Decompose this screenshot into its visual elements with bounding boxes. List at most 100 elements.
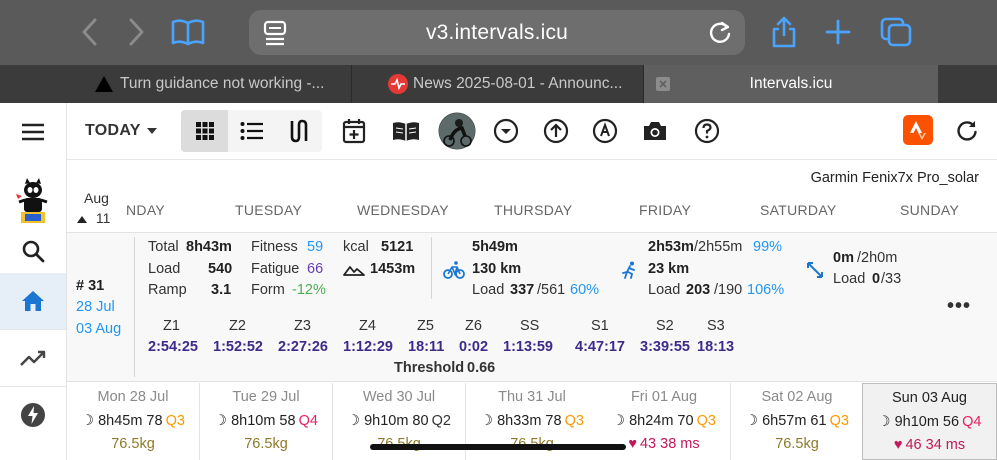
threshold-label: Threshold [394, 360, 465, 376]
fatigue-value: 66 [307, 261, 324, 277]
sleep-quality: Q4 [298, 413, 318, 429]
ride-load-pct: 60% [570, 282, 600, 298]
week-month: Aug [84, 190, 109, 206]
zone-value: 1:52:52 [213, 339, 263, 355]
search-icon[interactable] [0, 228, 66, 273]
day-card[interactable]: Tue 29 Jul ☽ 8h10m 58 Q4 76.5kg [200, 383, 333, 460]
weight-value: 76.5kg [775, 436, 819, 452]
day-date: Tue 29 Jul [232, 389, 300, 405]
tab-title: Turn guidance not working -... [120, 75, 325, 92]
sleep-quality: Q4 [962, 414, 982, 430]
heart-icon: ♥ [628, 436, 637, 452]
week-nav[interactable]: 11 [77, 210, 110, 226]
avatar-logo[interactable] [0, 176, 66, 228]
camera-icon[interactable] [639, 113, 671, 149]
chevron-down-circle-icon[interactable] [491, 113, 521, 149]
week-summary[interactable]: # 31 28 Jul 03 Aug Total 8h43m Load 540 … [67, 232, 997, 382]
moon-icon: ☽ [612, 413, 626, 429]
sleep-score: 80 [412, 413, 429, 429]
tab-turn-guidance[interactable]: Turn guidance not working -... [94, 65, 350, 103]
sleep-score: 70 [677, 413, 694, 429]
load-label: Load [148, 261, 181, 277]
run-time-pct: 99% [753, 239, 783, 255]
day-date: Thu 31 Jul [498, 389, 566, 405]
address-bar[interactable]: v3.intervals.icu [249, 10, 745, 55]
week-num: 11 [95, 210, 111, 226]
day-header: SUNDAY [900, 202, 960, 218]
grid-view-icon[interactable] [181, 110, 228, 152]
auto-circle-icon[interactable] [590, 113, 620, 149]
today-dropdown[interactable]: TODAY [85, 113, 157, 149]
tab-news[interactable]: News 2025-08-01 - Announc... [388, 65, 642, 103]
reader-icon[interactable] [263, 20, 287, 51]
home-indicator [370, 444, 626, 450]
home-icon[interactable] [0, 273, 66, 329]
moon-icon: ☽ [81, 413, 95, 429]
divider [134, 237, 135, 377]
forward-icon[interactable] [118, 14, 154, 50]
reload-icon[interactable] [707, 20, 733, 51]
zone-name: S3 [707, 318, 725, 334]
sleep-quality: Q3 [696, 413, 716, 429]
list-view-icon[interactable] [228, 110, 275, 152]
back-icon[interactable] [72, 14, 108, 50]
day-card[interactable]: Mon 28 Jul ☽ 8h45m 78 Q3 76.5kg [67, 383, 200, 460]
sleep-quality: Q3 [165, 413, 185, 429]
fitness-label: Fitness [251, 239, 298, 255]
day-date: Sat 02 Aug [761, 389, 833, 405]
expand-arrows-icon [807, 262, 823, 278]
library-icon[interactable] [389, 113, 423, 149]
weight-value: 76.5kg [244, 436, 288, 452]
calendar-main: Garmin Fenix7x Pro_solar Aug 11 NDAY TUE… [67, 160, 997, 460]
weight-value: 76.5kg [111, 436, 155, 452]
sleep-score: 78 [146, 413, 163, 429]
divider [431, 237, 432, 299]
run-time-target: /2h55m [694, 239, 743, 255]
day-header: SATURDAY [760, 202, 837, 218]
sleep-quality: Q2 [431, 413, 451, 429]
route-view-icon[interactable] [275, 110, 322, 152]
elevation-value: 1453m [370, 261, 416, 277]
day-header: FRIDAY [639, 202, 692, 218]
sleep-row: ☽ 8h33m 78 Q3 [466, 413, 598, 429]
refresh-icon[interactable] [952, 113, 982, 149]
week-start-date: 28 Jul [76, 299, 115, 315]
run-load-label: Load [648, 282, 681, 298]
share-icon[interactable] [766, 14, 802, 50]
sleep-time: 8h45m [98, 413, 143, 429]
day-date: Mon 28 Jul [97, 389, 169, 405]
new-tab-icon[interactable] [820, 14, 856, 50]
zone-name: SS [520, 318, 540, 334]
load-value: 540 [208, 261, 233, 277]
bookmarks-icon[interactable] [168, 14, 208, 50]
sleep-row: ☽ 8h10m 58 Q4 [200, 413, 332, 429]
sleep-time: 9h10m [364, 413, 409, 429]
power-icon[interactable] [0, 386, 66, 442]
fatigue-label: Fatigue [251, 261, 300, 277]
zone-name: Z5 [417, 318, 434, 334]
more-options-icon[interactable]: ••• [947, 295, 971, 318]
close-tab-icon[interactable] [656, 77, 670, 91]
device-name: Garmin Fenix7x Pro_solar [810, 170, 979, 186]
menu-icon[interactable] [0, 103, 66, 160]
day-card[interactable]: Sun 03 Aug ☽ 9h10m 56 Q4 ♥ 46 34 ms [862, 383, 997, 460]
moon-icon: ☽ [214, 413, 228, 429]
tab-intervals[interactable]: Intervals.icu [644, 65, 938, 103]
zone-value: 18:11 [408, 339, 445, 355]
add-event-icon[interactable] [339, 113, 369, 149]
day-card[interactable]: Sat 02 Aug ☽ 6h57m 61 Q3 76.5kg [731, 383, 864, 460]
help-icon[interactable] [692, 113, 722, 149]
avatar[interactable] [437, 111, 477, 151]
sleep-quality: Q3 [829, 413, 849, 429]
other-load-target: /33 [881, 271, 902, 287]
sleep-row: ☽ 8h45m 78 Q3 [67, 413, 199, 429]
strava-icon[interactable] [903, 115, 933, 145]
url-text: v3.intervals.icu [425, 20, 569, 44]
trending-icon[interactable] [0, 329, 66, 385]
hrv-value: 43 38 ms [639, 436, 700, 452]
sleep-quality: Q3 [564, 413, 584, 429]
sleep-score: 61 [810, 413, 827, 429]
zone-name: S1 [591, 318, 609, 334]
upload-circle-icon[interactable] [541, 113, 571, 149]
tabs-overview-icon[interactable] [878, 14, 914, 50]
